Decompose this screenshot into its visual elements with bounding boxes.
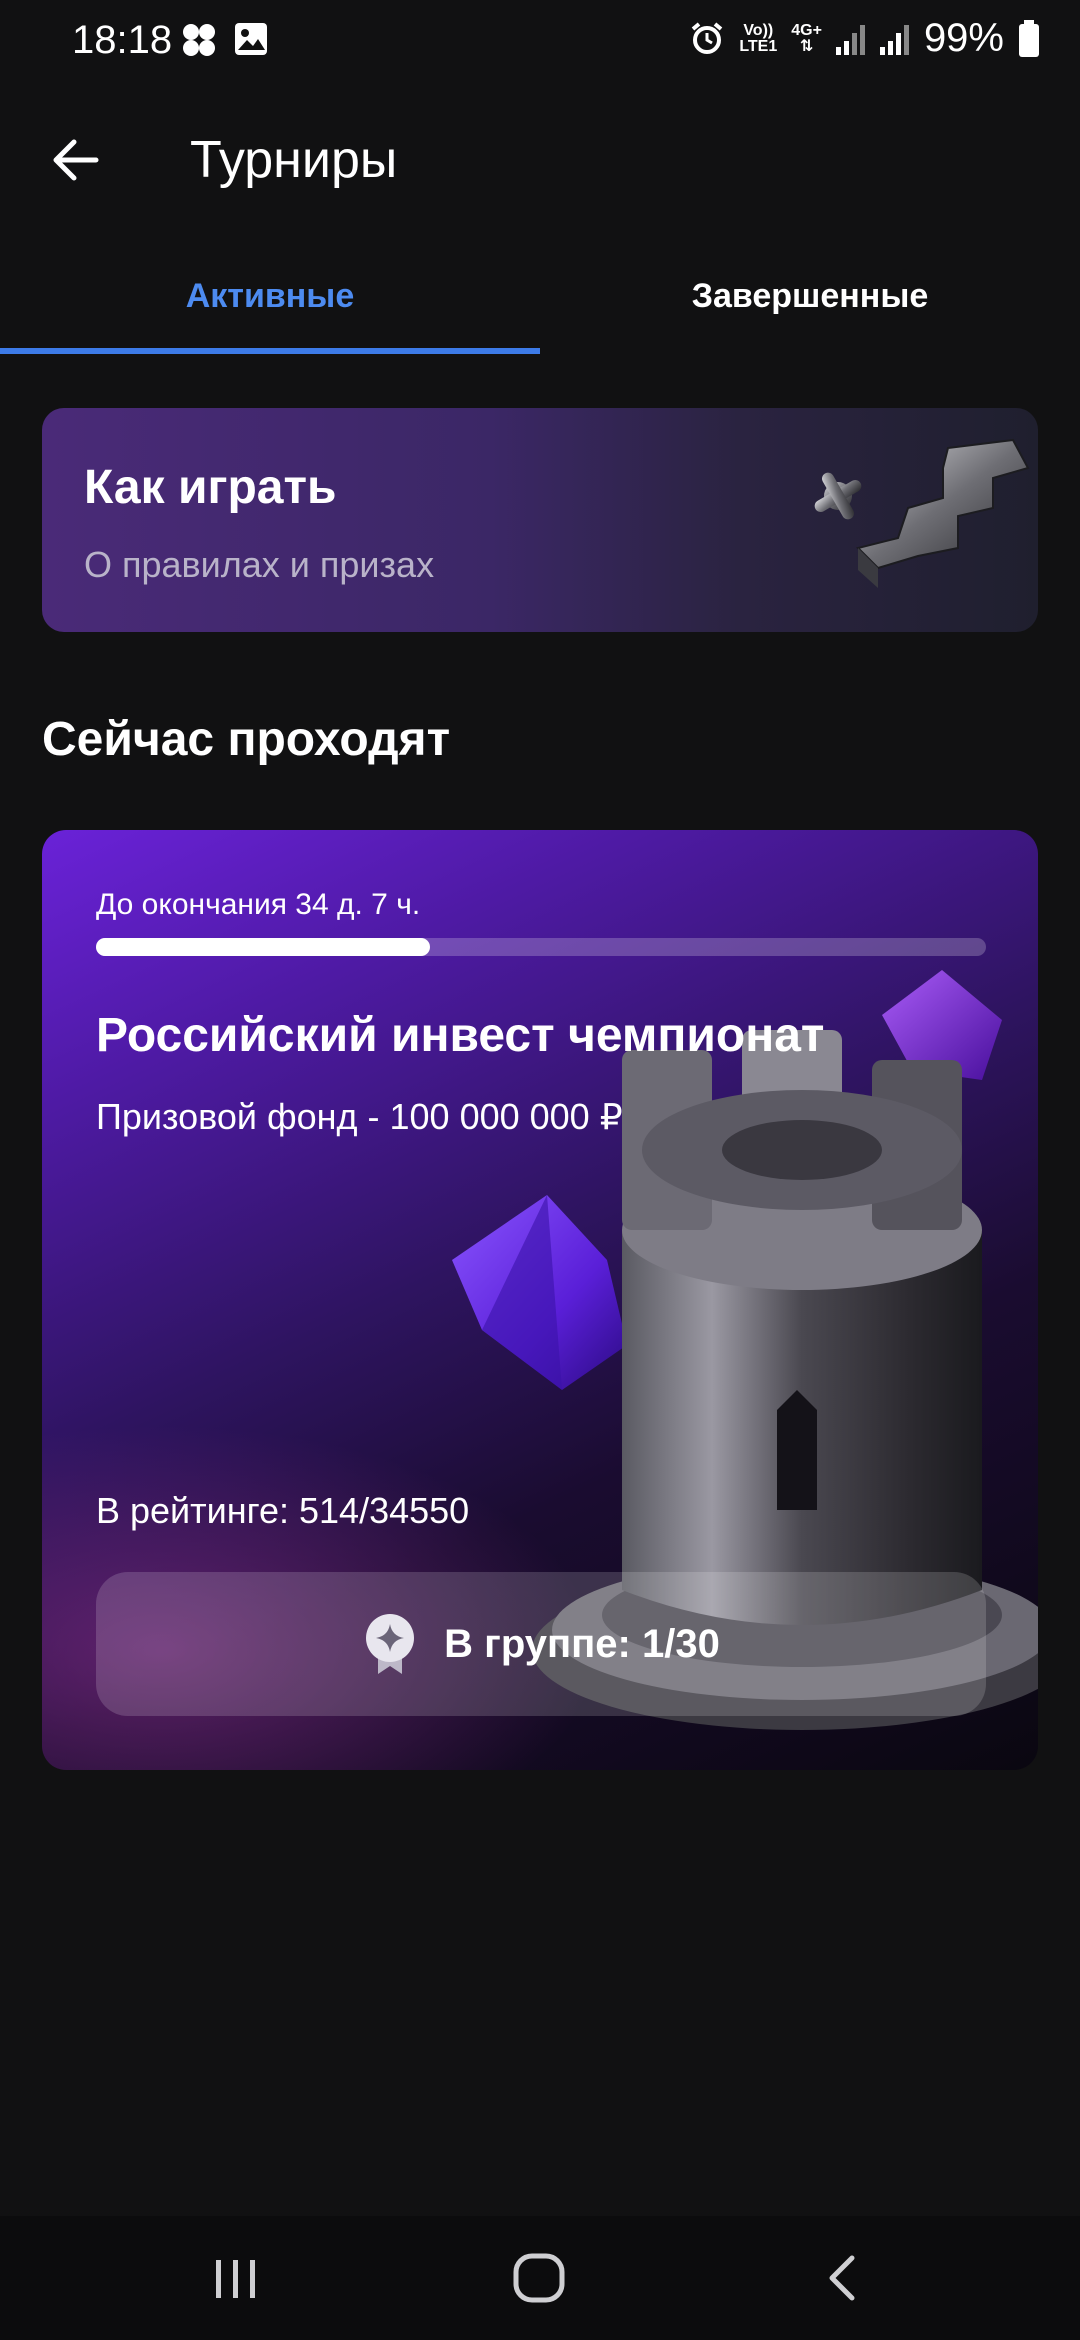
data-arrows-icon: ⇅	[799, 37, 814, 55]
group-button-label: В группе: 1/30	[444, 1621, 720, 1666]
countdown-text: До окончания 34 д. 7 ч.	[96, 888, 421, 921]
volte-bottom: LTE1	[739, 37, 778, 55]
section-title: Сейчас проходят	[42, 713, 451, 766]
recent-apps-icon[interactable]	[204, 2246, 268, 2310]
status-left-icons	[180, 22, 268, 58]
progress-fill	[96, 938, 430, 956]
metal-shapes-illustration	[814, 438, 1030, 588]
status-time: 18:18	[72, 18, 173, 62]
arrow-left-icon	[53, 139, 99, 181]
status-bar: 18:18 Vo)) LTE1 4G+ ⇅ 99%	[0, 0, 1080, 84]
how-to-play-subtitle: О правилах и призах	[84, 544, 435, 585]
system-nav-bar	[0, 2216, 1080, 2340]
volte-top: Vo))	[743, 21, 774, 39]
signal-icon	[835, 24, 865, 55]
battery-icon	[1019, 19, 1039, 57]
tab-completed[interactable]: Завершенные	[540, 240, 1080, 352]
progress-bar	[96, 938, 986, 956]
tab-indicator	[0, 348, 540, 354]
app-bar: Турниры	[0, 100, 1080, 220]
tab-active[interactable]: Активные	[0, 240, 540, 352]
how-to-play-title: Как играть	[84, 461, 337, 514]
alarm-icon	[692, 21, 723, 54]
prize-fund: Призовой фонд - 100 000 000 ₽	[96, 1096, 623, 1137]
tournament-card[interactable]: До окончания 34 д. 7 ч. Российский инвес…	[42, 830, 1038, 1770]
status-right-icons: Vo)) LTE1 4G+ ⇅ 99%	[689, 16, 1040, 61]
home-icon[interactable]	[508, 2246, 572, 2310]
gallery-icon	[235, 23, 267, 55]
tab-bar: Активные Завершенные	[0, 240, 1080, 356]
star-badge-icon	[366, 1614, 415, 1674]
back-icon[interactable]	[812, 2246, 876, 2310]
volte-indicator: Vo)) LTE1	[739, 21, 778, 55]
rating-text: В рейтинге: 514/34550	[96, 1490, 470, 1531]
tournament-title: Российский инвест чемпионат	[96, 1009, 825, 1062]
network-indicator: 4G+ ⇅	[791, 21, 822, 55]
notification-dots-icon	[183, 24, 215, 56]
signal-icon	[879, 24, 909, 55]
group-button[interactable]: В группе: 1/30	[96, 1572, 986, 1716]
network-type: 4G+	[791, 21, 822, 39]
how-to-play-card[interactable]: Как играть О правилах и призах	[42, 408, 1038, 632]
page-title: Турниры	[190, 131, 398, 189]
back-button[interactable]	[44, 128, 108, 192]
battery-percent: 99%	[923, 16, 1004, 60]
